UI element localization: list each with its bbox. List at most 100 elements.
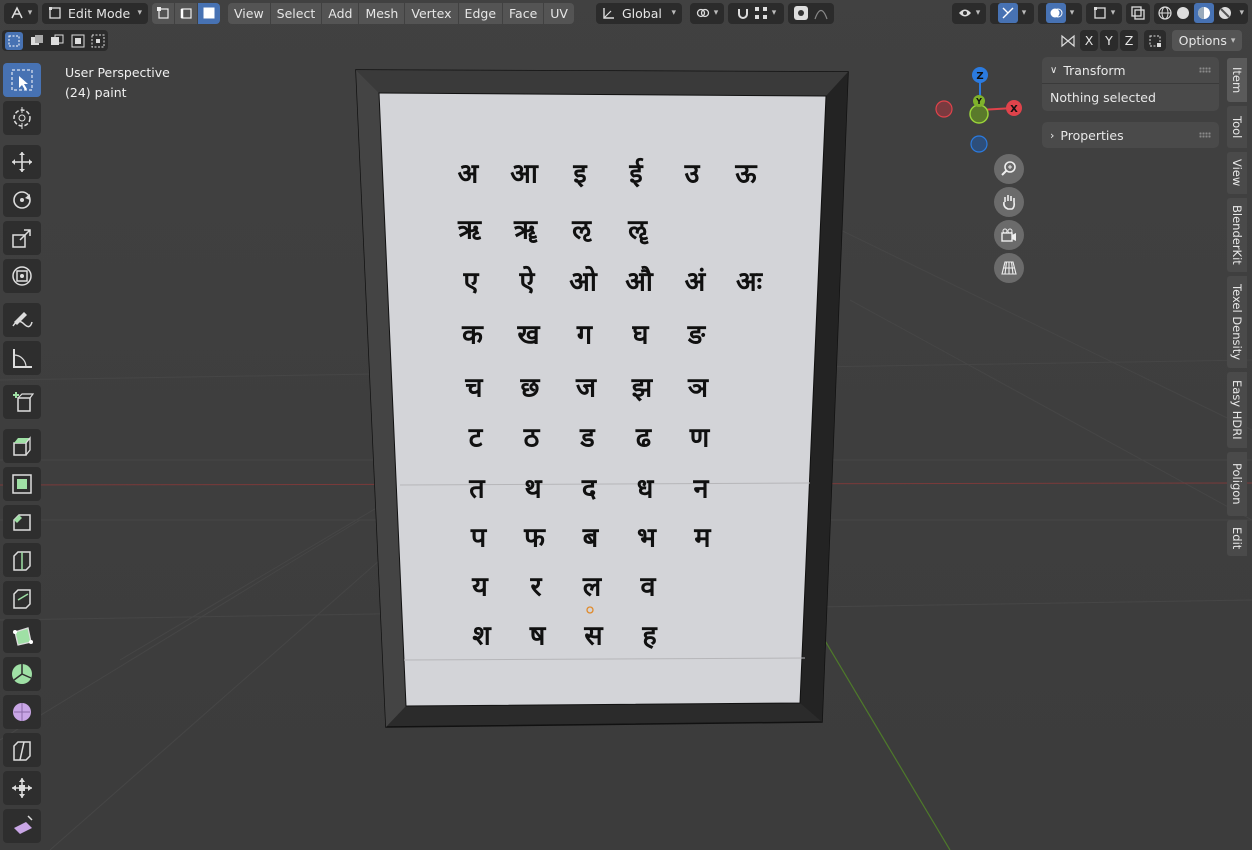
mirror-y-toggle[interactable]: Y	[1100, 30, 1118, 51]
falloff-curve-icon[interactable]	[814, 6, 828, 20]
tab-tool[interactable]: Tool	[1227, 106, 1247, 148]
transform-body: Nothing selected	[1042, 83, 1219, 111]
set-new-selection-icon[interactable]	[5, 31, 23, 50]
tool-move[interactable]	[3, 145, 41, 179]
mirror-z-toggle[interactable]: Z	[1120, 30, 1138, 51]
vertex-select-button[interactable]	[152, 2, 174, 24]
tool-shrink-fatten[interactable]	[3, 771, 41, 805]
tool-annotate[interactable]	[3, 303, 41, 337]
menu-add[interactable]: Add	[322, 2, 359, 24]
navigation-gizmo[interactable]: Z X Y	[930, 60, 1030, 160]
chart-letter: ञ	[687, 372, 709, 404]
tool-rip[interactable]	[3, 809, 41, 843]
tool-smooth[interactable]	[3, 695, 41, 729]
tool-select-box[interactable]	[3, 63, 41, 97]
transform-icon	[12, 266, 32, 286]
shading-mode-group: ▾	[1154, 2, 1248, 24]
inset-icon	[12, 474, 32, 494]
auto-merge-toggle[interactable]	[1144, 30, 1166, 51]
pivot-icon	[696, 6, 710, 20]
tab-item[interactable]: Item	[1227, 58, 1247, 102]
properties-panel: › Properties	[1042, 122, 1219, 148]
snap-dropdown[interactable]: ▾	[727, 2, 784, 24]
tool-scale[interactable]	[3, 221, 41, 255]
pivot-point-dropdown[interactable]: ▾	[689, 2, 724, 24]
transform-panel-header[interactable]: ∨ Transform	[1042, 57, 1219, 83]
orthographic-toggle-button[interactable]	[994, 253, 1024, 283]
menu-edge[interactable]: Edge	[458, 2, 503, 24]
wireframe-shading-icon[interactable]	[1158, 6, 1172, 20]
overlays-toggle[interactable]: ▾	[1038, 2, 1082, 24]
cursor-icon	[13, 107, 31, 129]
chart-letter: च	[465, 372, 483, 404]
chart-letter: व	[640, 571, 656, 603]
tab-poligon[interactable]: Poligon	[1227, 452, 1247, 516]
chart-letter: औ	[625, 266, 653, 298]
proportional-editing-icon[interactable]	[793, 6, 808, 20]
rendered-shading-icon[interactable]	[1218, 6, 1232, 20]
menu-uv[interactable]: UV	[544, 2, 574, 24]
tool-edge-slide[interactable]	[3, 733, 41, 767]
options-dropdown[interactable]: Options ▾	[1172, 30, 1242, 51]
invert-selection-icon[interactable]	[71, 34, 85, 48]
pan-button[interactable]	[994, 187, 1024, 217]
tab-edit[interactable]: Edit	[1227, 520, 1247, 556]
chevron-down-icon: ▾	[1069, 8, 1075, 18]
tool-cursor[interactable]	[3, 101, 41, 135]
tab-texel-density[interactable]: Texel Density	[1227, 276, 1247, 368]
chevron-down-icon: ▾	[771, 8, 777, 18]
orientation-icon	[602, 6, 616, 20]
tool-bevel[interactable]	[3, 505, 41, 539]
tab-poligon-label: Poligon	[1230, 463, 1244, 505]
viewport-header: ▾ Edit Mode ▾ View Select Add Mesh Verte…	[0, 0, 1252, 26]
drag-grip-icon[interactable]	[1199, 67, 1211, 73]
mesh-overlay-icon	[1093, 6, 1107, 20]
intersect-selection-icon[interactable]	[91, 34, 105, 48]
menu-face[interactable]: Face	[503, 2, 544, 24]
menu-vertex[interactable]: Vertex	[405, 2, 458, 24]
gizmo-toggle[interactable]: ▾	[990, 2, 1034, 24]
transform-orientation-dropdown[interactable]: Global ▾	[595, 2, 682, 24]
tool-extrude[interactable]	[3, 429, 41, 463]
editor-type-button[interactable]: ▾	[4, 2, 38, 24]
options-label: Options	[1178, 33, 1227, 48]
camera-view-button[interactable]	[994, 220, 1024, 250]
menu-view[interactable]: View	[228, 2, 270, 24]
tab-easy-hdri-label: Easy HDRI	[1230, 380, 1244, 440]
drag-grip-icon[interactable]	[1199, 132, 1211, 138]
xray-toggle[interactable]	[1126, 2, 1150, 24]
tool-measure[interactable]	[3, 341, 41, 375]
tab-easy-hdri[interactable]: Easy HDRI	[1227, 372, 1247, 448]
mesh-edit-overlays[interactable]: ▾	[1086, 2, 1122, 24]
tab-blenderkit[interactable]: BlenderKit	[1227, 198, 1247, 272]
material-preview-icon[interactable]	[1193, 3, 1214, 23]
tool-loop-cut[interactable]	[3, 543, 41, 577]
edge-select-button[interactable]	[175, 2, 197, 24]
tool-knife[interactable]	[3, 581, 41, 615]
tool-rotate[interactable]	[3, 183, 41, 217]
chart-letter: ड	[580, 422, 595, 454]
mode-label: Edit Mode	[68, 5, 131, 21]
snap-magnet-icon	[736, 6, 750, 20]
properties-panel-header[interactable]: › Properties	[1042, 122, 1219, 148]
menu-mesh[interactable]: Mesh	[359, 2, 405, 24]
chevron-down-icon: ▾	[713, 8, 719, 18]
zoom-button[interactable]	[994, 154, 1024, 184]
tab-view[interactable]: View	[1227, 152, 1247, 194]
tool-poly-build[interactable]	[3, 619, 41, 653]
tool-add-cube[interactable]	[3, 385, 41, 419]
solid-shading-icon[interactable]	[1176, 6, 1190, 20]
tool-spin[interactable]	[3, 657, 41, 691]
extend-selection-icon[interactable]	[30, 34, 44, 48]
mirror-x-toggle[interactable]: X	[1080, 30, 1098, 51]
tool-inset[interactable]	[3, 467, 41, 501]
mode-dropdown[interactable]: Edit Mode ▾	[42, 2, 148, 24]
subtract-selection-icon[interactable]	[50, 34, 64, 48]
hand-icon	[1003, 195, 1016, 210]
face-select-button[interactable]	[198, 2, 220, 24]
xray-icon	[1131, 6, 1145, 20]
chart-letter: ई	[629, 158, 643, 190]
menu-select[interactable]: Select	[270, 2, 322, 24]
visibility-dropdown[interactable]: ▾	[952, 2, 986, 24]
tool-transform[interactable]	[3, 259, 41, 293]
